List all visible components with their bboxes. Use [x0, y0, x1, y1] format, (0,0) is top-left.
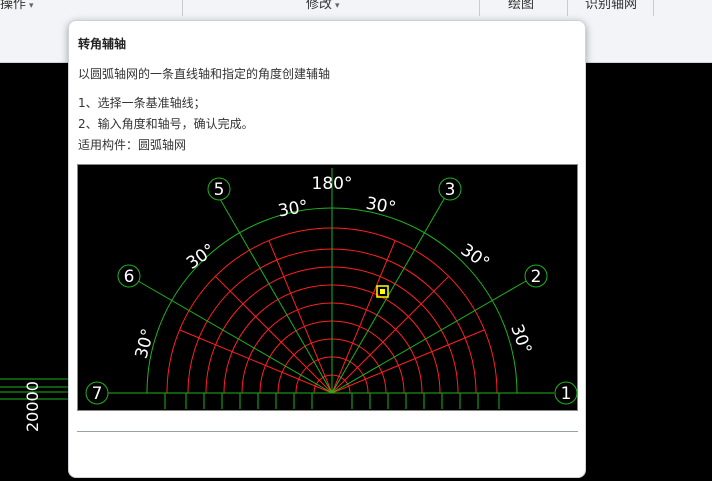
tooltip-divider — [77, 431, 578, 432]
ribbon-separator — [182, 0, 183, 16]
ribbon-group-identify-grid[interactable]: 识别轴网 — [585, 0, 637, 15]
ribbon-group-operation[interactable]: 操作 ▾ — [0, 0, 34, 15]
tooltip-title: 转角辅轴 — [78, 37, 127, 51]
ribbon-group-labels: 操作 ▾ 修改 ▾ 绘图 识别轴网 — [0, 0, 712, 16]
arc-grid-diagram: 123567 180°30° 30°30° 30°30° 30° — [85, 168, 578, 409]
ribbon-separator — [653, 0, 654, 16]
baseline-ticks — [164, 393, 500, 409]
axis-number-label: 3 — [445, 180, 456, 200]
red-ray — [331, 329, 485, 394]
selection-marker-fill — [380, 289, 385, 294]
angle-label: 180° — [312, 174, 353, 194]
angle-label: 30° — [277, 197, 310, 222]
angle-label: 30° — [132, 327, 159, 361]
tooltip-description: 以圆弧轴网的一条直线轴和指定的角度创建辅轴 — [78, 67, 331, 81]
tooltip-step: 2、输入角度和轴号，确认完成。 — [78, 117, 254, 131]
tooltip-diagram: 123567 180° 30° 30° 30° 30° 30° 30° — [77, 164, 578, 411]
drawing-canvas-fragment: 20000 — [0, 378, 70, 432]
axis-number-label: 6 — [124, 267, 135, 287]
angle-label: 30° — [457, 240, 493, 274]
red-ray — [214, 275, 333, 394]
green-axis-ray — [219, 197, 333, 394]
tooltip-step: 适用构件：圆弧轴网 — [78, 138, 187, 152]
ribbon-group-identify-grid-label: 识别轴网 — [585, 0, 638, 12]
ribbon-group-operation-label: 操作 — [0, 0, 27, 12]
axis-number-label: 1 — [561, 384, 572, 404]
ribbon-separator — [567, 0, 568, 16]
angle-label: 30° — [183, 240, 219, 274]
angle-label: 30° — [364, 194, 397, 219]
green-axis-ray — [136, 280, 333, 394]
red-ray — [268, 240, 333, 394]
tooltip-steps: 1、选择一条基准轴线； 2、输入角度和轴号，确认完成。 适用构件：圆弧轴网 — [78, 93, 254, 156]
ribbon-group-draw-label: 绘图 — [508, 0, 535, 12]
red-ray — [331, 275, 450, 394]
ribbon-group-draw[interactable]: 绘图 — [508, 0, 534, 15]
chevron-down-icon: ▾ — [335, 1, 340, 11]
axis-number-label: 2 — [531, 267, 542, 287]
red-ray — [331, 240, 396, 394]
axis-number-label: 7 — [92, 384, 103, 404]
axis-number-label: 5 — [214, 180, 225, 200]
red-ray — [179, 329, 333, 394]
angle-label: 30° — [506, 322, 535, 357]
ribbon-group-modify-label: 修改 — [306, 0, 333, 12]
dimension-label: 20000 — [23, 381, 42, 432]
tooltip-popup: 转角辅轴 以圆弧轴网的一条直线轴和指定的角度创建辅轴 1、选择一条基准轴线； 2… — [68, 20, 586, 478]
ribbon-separator — [479, 0, 480, 16]
green-axis-lines — [108, 168, 554, 394]
chevron-down-icon: ▾ — [29, 1, 34, 11]
tooltip-step: 1、选择一条基准轴线； — [78, 96, 206, 110]
ribbon-group-modify[interactable]: 修改 ▾ — [306, 0, 340, 15]
green-axis-ray — [331, 280, 528, 394]
